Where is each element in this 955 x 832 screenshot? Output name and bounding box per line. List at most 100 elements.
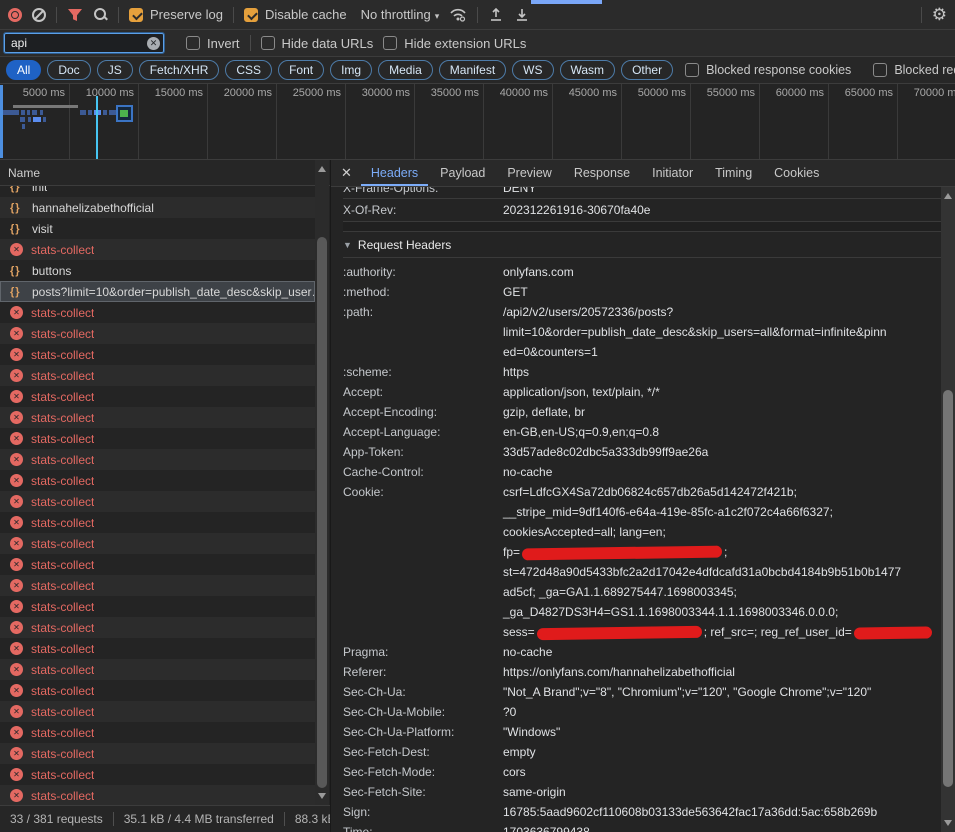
request-list-scrollbar[interactable] [315,160,329,805]
export-har-icon[interactable] [514,7,530,22]
request-header-row: Accept-Encoding:gzip, deflate, br [343,402,941,422]
section-title: Request Headers [358,238,451,252]
request-row[interactable]: {}hannahelizabethofficial [0,197,315,218]
resource-type-filter-bar: All Doc JS Fetch/XHRCSS Font Img Media Manifest… [0,57,955,84]
hide-data-urls-checkbox[interactable]: Hide data URLs [261,36,374,51]
hide-extension-urls-checkbox[interactable]: Hide extension URLs [383,36,526,51]
request-row[interactable]: {}visit [0,218,315,239]
search-icon[interactable] [93,7,108,22]
request-row[interactable]: ✕stats-collect [0,722,315,743]
overview-window-handle[interactable] [0,85,3,158]
request-row[interactable]: ✕stats-collect [0,785,315,805]
type-filter-doc[interactable]: Doc [47,60,90,80]
header-value-text: __stripe_mid=9df140f6-e64a-419e-85fc-a1c… [503,505,833,519]
request-row[interactable]: ✕stats-collect [0,575,315,596]
type-filter-wasm[interactable]: Wasm [560,60,616,80]
tab-response[interactable]: Response [564,160,640,186]
request-headers-section[interactable]: ▼ Request Headers [343,232,941,258]
request-row[interactable]: ✕stats-collect [0,659,315,680]
type-filter-other[interactable]: Other [621,60,673,80]
timeline-tick-label: 30000 ms [345,87,414,99]
request-row[interactable]: ✕stats-collect [0,617,315,638]
tab-timing[interactable]: Timing [705,160,762,186]
request-row[interactable]: ✕stats-collect [0,407,315,428]
error-icon: ✕ [10,747,23,760]
type-filter-js[interactable]: JS [97,60,133,80]
tab-headers[interactable]: Headers [361,160,428,186]
header-value: en-GB,en-US;q=0.9,en;q=0.8 [503,422,941,442]
tab-initiator[interactable]: Initiator [642,160,703,186]
request-row[interactable]: ✕stats-collect [0,743,315,764]
request-row[interactable]: ✕stats-collect [0,302,315,323]
type-filter-all[interactable]: All [6,60,41,80]
request-row[interactable]: {}buttons [0,260,315,281]
request-row[interactable]: ✕stats-collect [0,323,315,344]
type-filter-font[interactable]: Font [278,60,324,80]
type-filter-manifest[interactable]: Manifest [439,60,506,80]
header-name: Sec-Ch-Ua-Mobile: [343,702,503,722]
request-row[interactable]: ✕stats-collect [0,638,315,659]
preserve-log-checkbox[interactable]: Preserve log [129,7,223,22]
scrollbar-thumb[interactable] [943,390,953,787]
blocked-response-cookies-checkbox[interactable]: Blocked response cookies [685,63,851,77]
scroll-up-icon[interactable] [944,193,952,199]
header-value-text: st=472d48a90d5433bfc2a2d17042e4dfdcafd31… [503,565,901,579]
tab-cookies[interactable]: Cookies [764,160,829,186]
request-row[interactable]: ✕stats-collect [0,764,315,785]
request-row[interactable]: ✕stats-collect [0,596,315,617]
request-row[interactable]: ✕stats-collect [0,701,315,722]
request-row[interactable]: ✕stats-collect [0,491,315,512]
type-filter-media[interactable]: Media [378,60,433,80]
import-har-icon[interactable] [488,7,504,22]
waterfall-bar [13,105,78,108]
error-icon: ✕ [10,369,23,382]
request-row[interactable]: ✕stats-collect [0,428,315,449]
gear-icon[interactable]: ⚙ [932,6,947,23]
scrollbar-thumb[interactable] [317,237,327,788]
clear-network-log-icon[interactable] [32,8,46,22]
request-row[interactable]: ✕stats-collect [0,512,315,533]
header-value-text: https [503,365,529,379]
throttling-select[interactable]: No throttling▾ [361,7,440,22]
type-filter-fetch-xhr[interactable]: Fetch/XHR [139,60,220,80]
filter-input[interactable] [4,33,164,53]
request-row[interactable]: ✕stats-collect [0,365,315,386]
request-row[interactable]: ✕stats-collect [0,239,315,260]
checkbox-unchecked-icon [186,36,200,50]
record-icon[interactable] [8,8,22,22]
filter-icon[interactable] [67,8,83,22]
request-row[interactable]: ✕stats-collect [0,449,315,470]
disable-cache-checkbox[interactable]: Disable cache [244,7,347,22]
request-row[interactable]: ✕stats-collect [0,554,315,575]
type-filter-img[interactable]: Img [330,60,372,80]
tab-preview[interactable]: Preview [497,160,561,186]
tab-payload[interactable]: Payload [430,160,495,186]
details-scrollbar[interactable] [941,187,955,832]
header-value: /api2/v2/users/20572336/posts?limit=10&o… [503,302,941,362]
scroll-down-icon[interactable] [318,793,326,799]
request-name: stats-collect [31,558,94,572]
network-conditions-icon[interactable] [449,7,467,22]
timeline-tick-label: 15000 ms [138,87,207,99]
scroll-up-icon[interactable] [318,166,326,172]
scroll-down-icon[interactable] [944,820,952,826]
request-row[interactable]: ✕stats-collect [0,470,315,491]
request-row[interactable]: ✕stats-collect [0,680,315,701]
request-header-row: Referer:https://onlyfans.com/hannaheliza… [343,662,941,682]
request-row[interactable]: {}init [0,186,315,197]
request-row[interactable]: ✕stats-collect [0,533,315,554]
close-icon[interactable]: ✕ [339,165,360,181]
request-row[interactable]: ✕stats-collect [0,386,315,407]
type-filter-ws[interactable]: WS [512,60,553,80]
request-row[interactable]: ✕stats-collect [0,344,315,365]
network-overview-timeline[interactable]: 5000 ms10000 ms15000 ms20000 ms25000 ms3… [0,84,955,160]
type-filter-css[interactable]: CSS [225,60,272,80]
blocked-requests-checkbox[interactable]: Blocked requests [873,63,955,77]
invert-checkbox[interactable]: Invert [186,36,240,51]
clear-filter-icon[interactable]: ✕ [147,37,160,50]
request-count: 33 / 381 requests [10,812,103,826]
request-row[interactable]: {}posts?limit=10&order=publish_date_desc… [0,281,315,302]
request-details-pane: ✕ HeadersPayloadPreviewResponseInitiator… [330,160,955,832]
header-value-line: onlyfans.com [503,262,941,282]
column-header-name[interactable]: Name [0,160,330,186]
